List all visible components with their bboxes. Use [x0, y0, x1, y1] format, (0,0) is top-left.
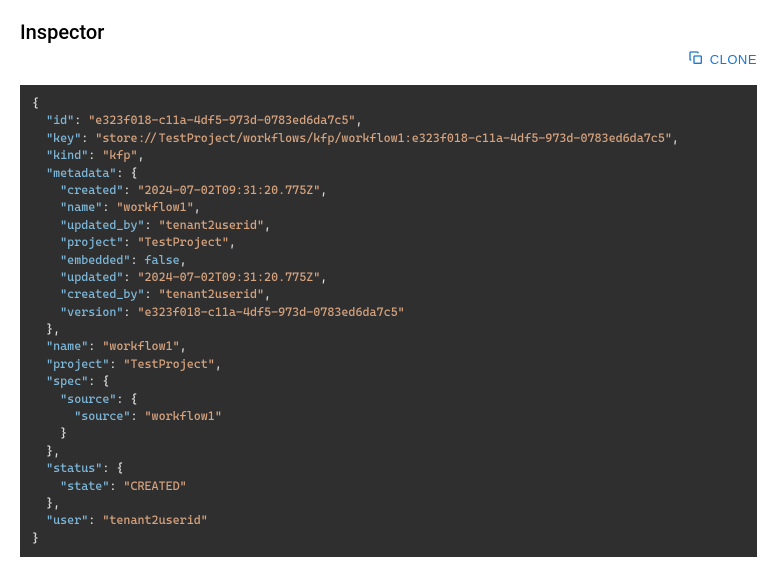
page-title: Inspector: [20, 20, 104, 44]
clone-button[interactable]: CLONE: [688, 50, 757, 69]
inspector-header: Inspector CLONE: [20, 20, 757, 69]
json-code-block: { "id": "e323f018-c11a-4df5-973d-0783ed6…: [20, 85, 757, 557]
copy-icon: [688, 50, 704, 69]
clone-button-label: CLONE: [710, 52, 757, 67]
